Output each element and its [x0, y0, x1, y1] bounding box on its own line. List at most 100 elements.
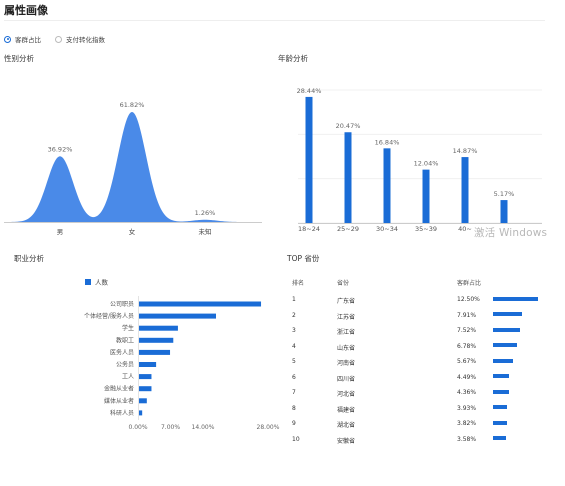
title-divider	[4, 20, 545, 21]
province-share: 6.78%	[457, 342, 477, 350]
occupation-x-tick: 28.00%	[257, 424, 280, 431]
province-name: 江苏省	[337, 313, 356, 321]
occupation-bar	[138, 313, 216, 319]
age-bar	[500, 200, 508, 223]
province-name: 河北省	[337, 391, 356, 398]
occupation-x-tick: 0.00%	[128, 424, 147, 431]
occupation-category-label: 个体经营/服务人员	[84, 312, 134, 320]
province-table: 排名 省份 客群占比 1 广东省 12.50% 2 江苏省 7.91% 3 浙江省 7.52% 4…	[287, 268, 552, 453]
occupation-category-label: 公司职员	[110, 301, 134, 308]
province-share: 3.82%	[457, 420, 477, 427]
province-name: 福建省	[337, 406, 356, 414]
occupation-legend-swatch	[85, 279, 91, 285]
province-share-bar	[493, 420, 507, 425]
occupation-category-label: 公务员	[116, 361, 134, 369]
province-share: 5.67%	[457, 358, 477, 365]
rank-header: 排名	[292, 280, 305, 287]
age-bar	[383, 148, 391, 223]
province-share-bar	[493, 343, 518, 347]
gender-category-label: 男	[57, 228, 64, 236]
age-category-label: 25~29	[337, 225, 359, 233]
age-category-label: 18~24	[298, 225, 320, 233]
province-share-bar	[493, 296, 538, 301]
occupation-category-label: 工人	[122, 374, 134, 381]
province-share-bar	[493, 389, 509, 394]
age-bar	[422, 169, 430, 223]
province-share: 3.93%	[457, 404, 477, 412]
province-share-bar	[493, 327, 521, 332]
province-share-bar	[493, 358, 514, 363]
age-bar	[461, 157, 469, 223]
occupation-bar	[138, 301, 262, 307]
province-rank: 8	[292, 404, 296, 412]
age-value-label: 16.84%	[375, 138, 400, 146]
gender-category-label: 未知	[199, 227, 212, 236]
occupation-bar	[138, 349, 171, 355]
province-share: 7.52%	[457, 327, 477, 334]
province-name: 河南省	[337, 360, 356, 367]
occupation-bar	[138, 374, 152, 380]
age-category-label: 35~39	[415, 225, 437, 233]
province-share-bar	[493, 405, 508, 409]
province-rank: 1	[292, 296, 296, 303]
age-value-label: 12.04%	[414, 160, 439, 168]
province-name: 山东省	[337, 344, 356, 352]
province-share-bar	[493, 312, 522, 316]
occupation-chart: 人数公司职员个体经营/服务人员学生教职工医务人员公务员工人金融从业者媒体从业者科…	[84, 278, 280, 432]
province-rank: 2	[292, 311, 296, 319]
age-category-label: 30~34	[376, 225, 398, 233]
occupation-category-label: 媒体从业者	[104, 397, 134, 405]
occupation-x-tick: 7.00%	[161, 424, 180, 431]
age-value-label: 5.17%	[494, 190, 515, 198]
province-rank: 10	[292, 435, 300, 443]
province-rank: 6	[292, 373, 296, 381]
radio-customer-share[interactable]	[4, 35, 11, 43]
province-share: 4.36%	[457, 389, 477, 396]
province-share: 4.49%	[457, 373, 477, 381]
occupation-category-label: 教职工	[116, 336, 134, 344]
occupation-section-title: 职业分析	[14, 254, 44, 263]
province-share-bar	[493, 436, 506, 440]
province-share-bar	[493, 374, 510, 378]
age-value-label: 14.87%	[453, 147, 478, 155]
gender-chart: 36.92% 男 61.82% 女 1.26% 未知	[4, 101, 262, 236]
province-section-title: TOP 省份	[287, 254, 320, 263]
occupation-legend-label: 人数	[95, 278, 109, 287]
gender-value-label: 1.26%	[195, 209, 216, 217]
age-bar	[305, 96, 313, 223]
gender-category-label: 女	[129, 227, 136, 236]
province-header: 省份	[337, 280, 350, 287]
province-rank: 3	[292, 327, 296, 334]
age-value-label: 28.44%	[297, 87, 322, 95]
gender-area	[4, 112, 262, 222]
occupation-bar	[138, 386, 152, 392]
occupation-category-label: 科研人员	[110, 409, 134, 417]
province-share: 12.50%	[457, 296, 480, 303]
province-name: 浙江省	[337, 329, 356, 336]
page-title: 属性画像	[4, 4, 48, 17]
province-name: 湖北省	[337, 422, 356, 429]
occupation-bar	[138, 398, 147, 404]
windows-activation-watermark: 激活 Windows	[474, 227, 548, 239]
gender-value-label: 61.82%	[120, 101, 145, 109]
occupation-category-label: 金融从业者	[104, 385, 134, 393]
province-name: 安徽省	[337, 437, 356, 445]
age-chart: 28.44% 18~24 20.47% 25~29 16.84% 30~34 12.04% 3…	[297, 87, 542, 233]
age-category-label: 40~	[458, 225, 472, 233]
province-rank: 9	[292, 420, 296, 427]
occupation-bar	[138, 337, 174, 343]
province-name: 广东省	[337, 298, 356, 305]
radio-label-customer-share[interactable]: 客群占比	[15, 34, 41, 44]
age-value-label: 20.47%	[336, 122, 361, 130]
share-header: 客群占比	[457, 280, 482, 287]
radio-payment-conversion[interactable]	[55, 35, 62, 43]
province-share: 7.91%	[457, 311, 477, 319]
radio-label-payment-conversion[interactable]: 支付转化指数	[66, 34, 105, 44]
province-rank: 7	[292, 389, 296, 396]
province-rank: 4	[292, 342, 296, 350]
province-share: 3.58%	[457, 435, 477, 443]
metric-toggle: 客群占比 支付转化指数	[4, 33, 119, 45]
age-bar	[344, 132, 352, 223]
occupation-category-label: 医务人员	[110, 348, 134, 356]
province-name: 四川省	[337, 375, 356, 383]
